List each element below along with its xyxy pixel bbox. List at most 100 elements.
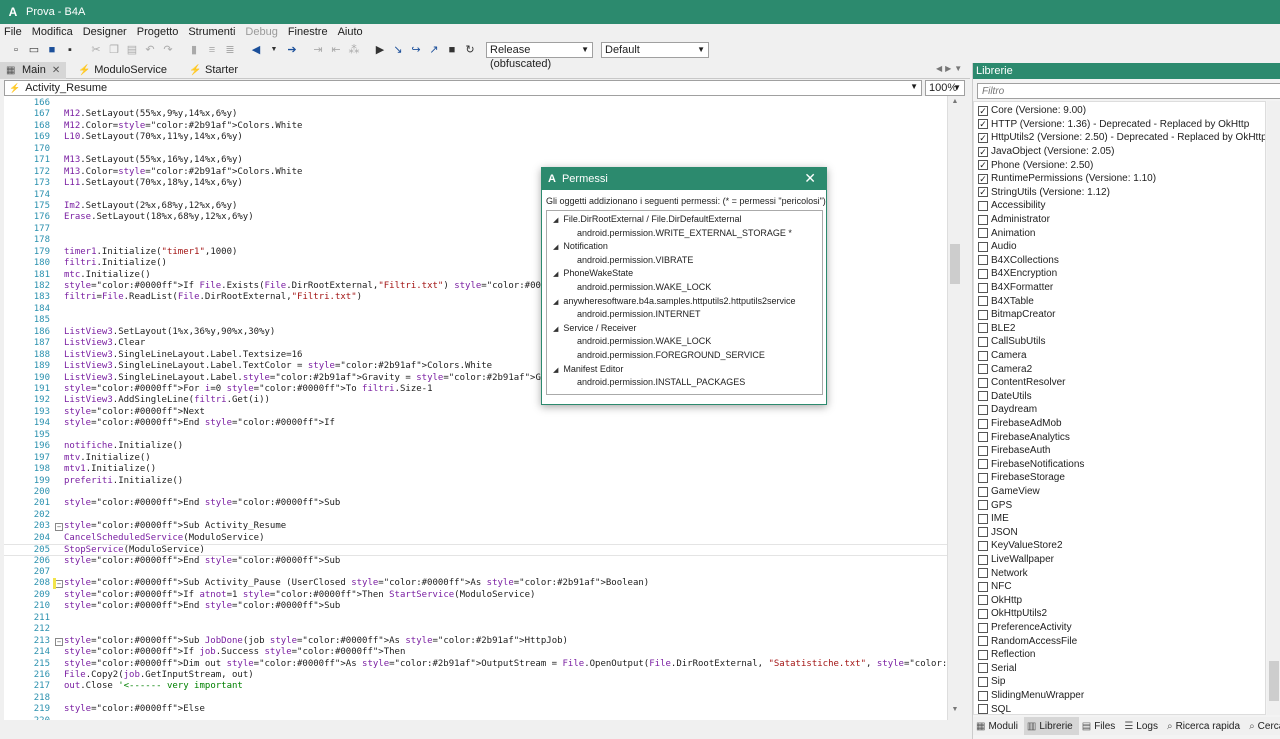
code-line[interactable]: 210 style="color:#0000ff">End style="colo… [4,601,947,612]
library-scrollbar[interactable] [1267,101,1280,715]
library-item[interactable]: FirebaseAuth [978,444,1050,458]
library-item[interactable]: ✓ HttpUtils2 (Versione: 2.50) - Deprecate… [978,131,1265,145]
code-line[interactable]: 215 style="color:#0000ff">Dim out style="… [4,659,947,670]
panel-tab-librerie[interactable]: ▥ Librerie [1023,717,1079,735]
build-config-select[interactable]: Default ▼ [601,42,709,58]
menu-progetto[interactable]: Progetto [137,26,179,38]
permission-group[interactable]: ◢ Manifest Editor [553,363,623,377]
library-checkbox[interactable] [978,486,988,497]
library-checkbox[interactable] [978,622,988,633]
library-checkbox[interactable] [978,336,988,347]
library-item[interactable]: SlidingMenuWrapper [978,689,1084,703]
library-item[interactable]: Audio [978,240,1017,254]
library-checkbox[interactable] [978,608,988,619]
library-item[interactable]: FirebaseStorage [978,471,1065,485]
library-checkbox[interactable] [978,391,988,402]
code-line[interactable]: 167 M12.SetLayout(55%x,9%y,14%x,6%y) [4,109,947,120]
library-item[interactable]: OkHttpUtils2 [978,607,1047,621]
library-item[interactable]: BitmapCreator [978,308,1055,322]
back-dropdown-icon[interactable]: ▼ [266,42,282,58]
bookmark-icon[interactable]: ▮ [186,42,202,58]
library-checkbox[interactable] [978,296,988,307]
library-checkbox[interactable] [978,418,988,429]
library-item[interactable]: FirebaseNotifications [978,458,1084,472]
library-item[interactable]: Serial [978,662,1017,676]
code-line[interactable]: 219 style="color:#0000ff">Else [4,704,947,715]
library-checkbox[interactable] [978,649,988,660]
code-line[interactable]: 166 [4,98,947,109]
panel-tab-ricerca-rapida[interactable]: ⌕ Ricerca rapida [1164,717,1246,735]
library-checkbox[interactable] [978,581,988,592]
library-checkbox[interactable] [978,445,988,456]
code-line[interactable]: 211 [4,613,947,624]
code-line[interactable]: 197 mtv.Initialize() [4,453,947,464]
library-checkbox[interactable] [978,323,988,334]
library-checkbox[interactable]: ✓ [978,173,988,184]
close-icon[interactable]: ✕ [52,65,60,76]
scroll-thumb[interactable] [950,244,960,284]
library-item[interactable]: Network [978,566,1028,580]
library-item[interactable]: OkHttp [978,594,1022,608]
menu-designer[interactable]: Designer [83,26,127,38]
code-line[interactable]: 171 M13.SetLayout(55%x,16%y,14%x,6%y) [4,155,947,166]
library-checkbox[interactable] [978,309,988,320]
library-item[interactable]: Camera2 [978,362,1032,376]
library-item[interactable]: IME [978,512,1009,526]
library-checkbox[interactable] [978,500,988,511]
code-line[interactable]: 212 [4,624,947,635]
zoom-select[interactable]: 100% ▼ [925,80,965,96]
library-checkbox[interactable] [978,690,988,701]
stop-icon[interactable]: ■ [444,42,460,58]
library-item[interactable]: Animation [978,226,1035,240]
code-line[interactable]: 194 style="color:#0000ff">End style="colo… [4,418,947,429]
library-item[interactable]: FirebaseAdMob [978,417,1062,431]
library-checkbox[interactable] [978,459,988,470]
fold-toggle-icon[interactable]: − [55,637,63,646]
code-line[interactable]: 205 StopService(ModuloService) [4,544,947,556]
library-checkbox[interactable] [978,282,988,293]
library-checkbox[interactable] [978,228,988,239]
library-item[interactable]: FirebaseAnalytics [978,430,1070,444]
code-line[interactable]: 202 [4,510,947,521]
library-item[interactable]: NFC [978,580,1012,594]
library-item[interactable]: B4XCollections [978,254,1059,268]
library-checkbox[interactable] [978,214,988,225]
menu-aiuto[interactable]: Aiuto [338,26,363,38]
collapse-triangle-icon[interactable]: ◢ [553,367,558,374]
code-line[interactable]: 216 File.Copy2(job.GetInputStream, out) [4,670,947,681]
library-item[interactable]: Camera [978,349,1027,363]
permission-group[interactable]: ◢ Notification [553,240,608,254]
library-item[interactable]: PreferenceActivity [978,621,1072,635]
menu-debug[interactable]: Debug [245,26,277,38]
new-file-icon[interactable]: ▫ [8,42,24,58]
library-checkbox[interactable] [978,241,988,252]
library-checkbox[interactable]: ✓ [978,119,988,130]
library-item[interactable]: ✓ Core (Versione: 9.00) [978,104,1086,118]
close-icon[interactable]: ✕ [804,170,816,187]
library-item[interactable]: ✓ HTTP (Versione: 1.36) - Deprecated - Re… [978,118,1249,132]
permission-group[interactable]: ◢ PhoneWakeState [553,267,633,281]
library-checkbox[interactable] [978,268,988,279]
run-icon[interactable]: ▶ [372,42,388,58]
cut-icon[interactable]: ✂ [88,42,104,58]
copy-icon[interactable]: ❐ [106,42,122,58]
code-line[interactable]: 209 style="color:#0000ff">If atnot=1 styl… [4,590,947,601]
library-item[interactable]: Accessibility [978,199,1045,213]
library-item[interactable]: ContentResolver [978,376,1065,390]
library-item[interactable]: ✓ StringUtils (Versione: 1.12) [978,186,1110,200]
undo-icon[interactable]: ↶ [142,42,158,58]
library-item[interactable]: B4XEncryption [978,267,1057,281]
code-line[interactable]: 217 out.Close '<------ very important [4,681,947,692]
library-item[interactable]: BLE2 [978,322,1015,336]
code-line[interactable]: 214 style="color:#0000ff">If job.Success … [4,647,947,658]
code-line[interactable]: 213− style="color:#0000ff">Sub JobDone(jo… [4,636,947,647]
library-checkbox[interactable] [978,364,988,375]
collapse-triangle-icon[interactable]: ◢ [553,326,558,333]
library-checkbox[interactable] [978,255,988,266]
step-over-icon[interactable]: ↪ [408,42,424,58]
library-item[interactable]: LiveWallpaper [978,553,1054,567]
library-item[interactable]: B4XFormatter [978,281,1053,295]
code-line[interactable]: 203− style="color:#0000ff">Sub Activity_R… [4,521,947,532]
format-icon[interactable]: ⁂ [346,42,362,58]
library-item[interactable]: Administrator [978,213,1050,227]
